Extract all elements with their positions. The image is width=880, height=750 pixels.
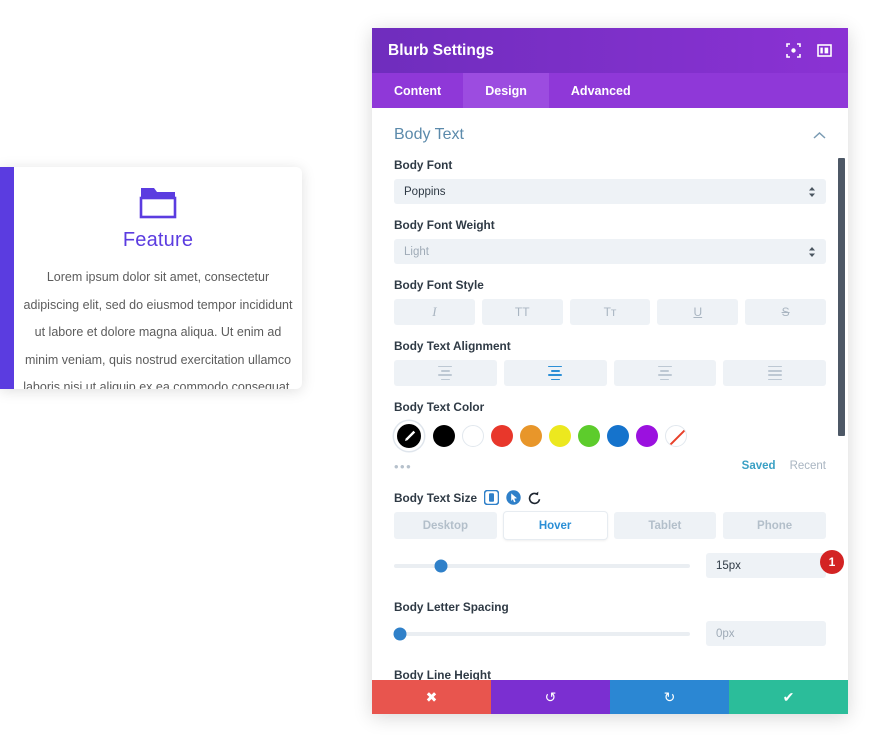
field-body-text-alignment: Body Text Alignment xyxy=(394,339,826,386)
panel-title: Blurb Settings xyxy=(388,41,494,59)
body-font-select[interactable]: Poppins xyxy=(394,179,826,204)
align-left-icon xyxy=(438,365,453,381)
align-justify-icon xyxy=(767,365,782,381)
field-body-letter-spacing: Body Letter Spacing 0px xyxy=(393,600,826,646)
chevron-up-icon[interactable] xyxy=(813,128,826,143)
body-text-size-value: 15px xyxy=(716,559,741,572)
body-text-size-label-text: Body Text Size xyxy=(394,490,478,505)
field-body-font-weight: Body Font Weight Light xyxy=(394,218,826,264)
italic-button[interactable]: I xyxy=(394,299,475,325)
body-font-weight-select[interactable]: Light xyxy=(394,239,826,264)
swatch-white[interactable] xyxy=(462,425,484,447)
swatch-red[interactable] xyxy=(491,425,513,447)
slider-track xyxy=(394,631,690,636)
save-button[interactable]: ✔ xyxy=(729,680,848,714)
swatch-blue[interactable] xyxy=(607,425,629,447)
scrollbar-thumb[interactable] xyxy=(838,158,845,436)
body-font-value: Poppins xyxy=(404,185,446,198)
device-tab-row: Desktop Hover Tablet Phone xyxy=(394,512,826,539)
section-body-text-header[interactable]: Body Text xyxy=(394,108,826,158)
saved-colors-tab[interactable]: Saved xyxy=(742,460,776,472)
strikethrough-button[interactable]: S xyxy=(745,299,826,325)
color-meta-row: ••• Saved Recent xyxy=(394,458,826,474)
panel-scrollbar[interactable] xyxy=(838,108,845,680)
align-center-button[interactable] xyxy=(503,360,607,386)
field-body-font: Body Font Poppins xyxy=(394,158,826,204)
swatch-transparent[interactable] xyxy=(665,425,687,447)
panel-scroll-area: Body Text Body Font Poppins Body Font We… xyxy=(372,108,848,680)
font-style-button-row: I TT Tᴛ U S xyxy=(394,299,826,325)
panel-header: Blurb Settings xyxy=(372,28,848,73)
swatch-green[interactable] xyxy=(578,425,600,447)
swatch-orange[interactable] xyxy=(520,425,542,447)
device-tab-phone[interactable]: Phone xyxy=(723,512,826,539)
align-right-button[interactable] xyxy=(613,360,717,386)
blurb-body-text: Lorem ipsum dolor sit amet, consectetur … xyxy=(23,270,293,389)
label-body-font-style: Body Font Style xyxy=(394,278,484,292)
blurb-accent-bar xyxy=(0,167,14,389)
swatch-black[interactable] xyxy=(433,425,455,447)
underline-button[interactable]: U xyxy=(657,299,739,325)
label-body-line-height: Body Line Height xyxy=(394,668,491,680)
device-tab-desktop[interactable]: Desktop xyxy=(394,512,497,539)
body-text-size-input[interactable]: 15px xyxy=(706,553,826,578)
blurb-title: Feature xyxy=(122,229,194,251)
chevron-updown-icon xyxy=(808,186,816,198)
redo-button[interactable]: ↻ xyxy=(610,680,729,714)
letter-spacing-value: 0px xyxy=(716,627,735,640)
align-center-icon xyxy=(548,365,563,381)
cancel-button[interactable]: ✖ xyxy=(372,680,491,714)
panel-footer: ✖ ↺ ↻ ✔ xyxy=(372,680,848,714)
slider-knob[interactable] xyxy=(434,559,448,572)
blurb-preview-card[interactable]: Feature Lorem ipsum dolor sit amet, cons… xyxy=(0,167,302,389)
label-body-letter-spacing: Body Letter Spacing xyxy=(394,600,509,614)
body-font-weight-value: Light xyxy=(404,245,429,258)
smallcaps-button[interactable]: Tᴛ xyxy=(569,299,651,325)
layout-toggle-icon[interactable] xyxy=(817,43,832,58)
label-body-text-size: Body Text Size xyxy=(394,490,826,505)
fullscreen-icon[interactable] xyxy=(786,43,801,58)
reset-icon[interactable] xyxy=(528,491,542,505)
body-text-size-slider-row: 15px 1 xyxy=(394,550,844,578)
eyedropper-icon[interactable] xyxy=(394,421,424,451)
align-left-button[interactable] xyxy=(394,360,497,386)
color-swatch-row xyxy=(394,421,826,451)
panel-header-actions xyxy=(786,43,832,58)
label-body-font-weight: Body Font Weight xyxy=(394,218,495,232)
field-body-text-color: Body Text Color ••• Saved Recent xyxy=(394,400,826,474)
field-body-font-style: Body Font Style I TT Tᴛ U S xyxy=(394,278,826,325)
section-title: Body Text xyxy=(394,126,464,143)
swatch-purple[interactable] xyxy=(636,425,658,447)
swatch-yellow[interactable] xyxy=(549,425,571,447)
recent-colors-tab[interactable]: Recent xyxy=(790,460,826,472)
slider-knob[interactable] xyxy=(393,627,407,640)
hover-cursor-icon[interactable] xyxy=(506,490,521,505)
field-body-text-size: Body Text Size Desktop Hover Tablet Phon… xyxy=(394,490,844,578)
device-tab-hover[interactable]: Hover xyxy=(503,512,607,539)
tab-design[interactable]: Design xyxy=(463,73,549,108)
folder-icon xyxy=(16,181,300,223)
letter-spacing-slider[interactable] xyxy=(393,625,690,643)
responsive-device-icon[interactable] xyxy=(484,490,500,505)
label-body-text-alignment: Body Text Alignment xyxy=(394,339,511,353)
panel-tabs: Content Design Advanced xyxy=(372,73,848,108)
tab-content[interactable]: Content xyxy=(372,73,463,108)
blurb-settings-panel: Blurb Settings Content Design Advanced B… xyxy=(372,28,848,714)
letter-spacing-input[interactable]: 0px xyxy=(706,621,826,646)
body-text-size-slider[interactable] xyxy=(394,557,690,575)
tab-advanced[interactable]: Advanced xyxy=(549,73,653,108)
undo-button[interactable]: ↺ xyxy=(491,680,610,714)
alignment-button-row xyxy=(394,360,826,386)
letter-spacing-slider-row: 0px xyxy=(393,621,826,646)
align-right-icon xyxy=(657,365,672,381)
chevron-updown-icon xyxy=(808,246,816,258)
device-tab-tablet[interactable]: Tablet xyxy=(613,512,717,539)
blurb-content: Feature Lorem ipsum dolor sit amet, cons… xyxy=(14,167,302,389)
label-body-text-color: Body Text Color xyxy=(394,400,485,414)
align-justify-button[interactable] xyxy=(723,360,826,386)
more-colors-button[interactable]: ••• xyxy=(394,459,742,474)
uppercase-button[interactable]: TT xyxy=(481,299,563,325)
field-body-line-height: Body Line Height 2.2em xyxy=(394,668,826,680)
label-body-font: Body Font xyxy=(394,158,453,172)
